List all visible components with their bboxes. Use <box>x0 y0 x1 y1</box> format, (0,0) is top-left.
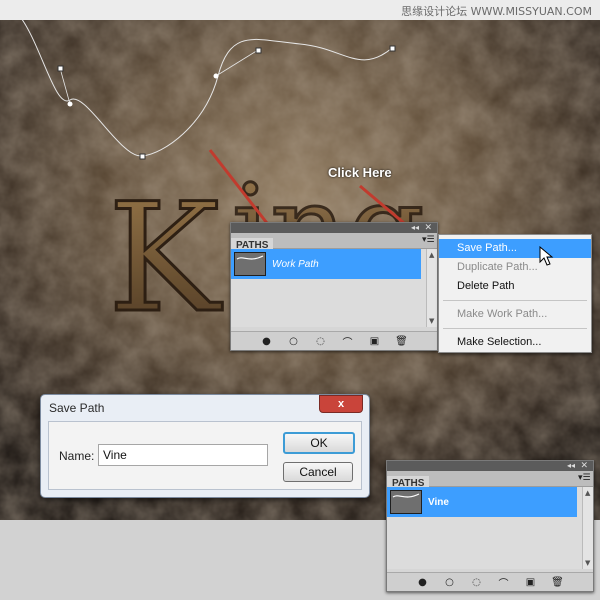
paths-panel-result[interactable]: ◂◂ ✕ PATHS ▾☰ Vine ▲ ▼ ● ○ ◌ ⌒ ▣ 🗑 <box>386 460 594 592</box>
panel-strip: ◂◂ ✕ <box>231 223 437 233</box>
path-thumbnail <box>390 490 422 514</box>
stroke-path-icon[interactable]: ○ <box>280 336 307 347</box>
close-button[interactable]: x <box>319 395 363 413</box>
scroll-up-icon[interactable]: ▲ <box>585 489 590 497</box>
scroll-up-icon[interactable]: ▲ <box>429 251 434 259</box>
collapse-icon[interactable]: ◂◂ <box>567 461 575 471</box>
scroll-down-icon[interactable]: ▼ <box>429 317 434 325</box>
path-row-vine[interactable]: Vine <box>387 487 577 517</box>
ok-button[interactable]: OK <box>283 432 355 454</box>
menu-item-make-work-path[interactable]: Make Work Path... <box>439 305 591 324</box>
anchor-point[interactable] <box>389 45 396 52</box>
load-selection-icon[interactable]: ◌ <box>307 336 334 347</box>
path-row-label: Vine <box>428 496 449 508</box>
collapse-icon[interactable]: ◂◂ <box>411 223 419 233</box>
panel-tab-row: PATHS ▾☰ <box>231 233 437 253</box>
close-icon[interactable]: ✕ <box>424 223 432 233</box>
handle-point[interactable] <box>67 101 73 107</box>
name-label: Name: <box>59 449 95 463</box>
cancel-button[interactable]: Cancel <box>283 462 353 482</box>
delete-path-icon[interactable]: 🗑 <box>544 577 571 588</box>
paths-panel[interactable]: ◂◂ ✕ PATHS ▾☰ Work Path ▲ ▼ ● ○ ◌ ⌒ ▣ 🗑 <box>230 222 438 351</box>
path-row-work-path[interactable]: Work Path <box>231 249 421 279</box>
menu-item-duplicate-path[interactable]: Duplicate Path... <box>439 258 591 277</box>
panel-menu-icon[interactable]: ▾☰ <box>422 235 435 245</box>
top-bar: 思缘设计论坛 WWW.MISSYUAN.COM <box>0 0 600 20</box>
path-thumbnail <box>234 252 266 276</box>
watermark: 思缘设计论坛 WWW.MISSYUAN.COM <box>401 5 592 18</box>
panel-footer: ● ○ ◌ ⌒ ▣ 🗑 <box>387 572 593 591</box>
save-path-dialog: Save Path x Name: Vine OK Cancel <box>40 394 370 498</box>
stone-letter-k: K <box>108 172 223 346</box>
load-selection-icon[interactable]: ◌ <box>463 577 490 588</box>
make-work-path-icon[interactable]: ⌒ <box>334 334 361 349</box>
fill-path-icon[interactable]: ● <box>409 577 436 588</box>
paths-list: Vine ▲ ▼ <box>387 487 593 569</box>
anchor-point[interactable] <box>139 153 146 160</box>
paths-context-menu: Save Path... Duplicate Path... Delete Pa… <box>438 234 592 353</box>
menu-separator <box>443 300 587 301</box>
scrollbar[interactable]: ▲ ▼ <box>582 487 593 569</box>
anchor-point[interactable] <box>57 65 64 72</box>
dialog-body: Name: Vine OK Cancel <box>48 421 362 490</box>
new-path-icon[interactable]: ▣ <box>517 577 544 588</box>
make-work-path-icon[interactable]: ⌒ <box>490 575 517 590</box>
panel-tab-row: PATHS ▾☰ <box>387 471 593 491</box>
fill-path-icon[interactable]: ● <box>253 336 280 347</box>
dialog-title: Save Path <box>49 401 105 415</box>
menu-item-make-selection[interactable]: Make Selection... <box>439 333 591 352</box>
close-icon[interactable]: ✕ <box>580 461 588 471</box>
handle-point[interactable] <box>213 73 219 79</box>
panel-strip: ◂◂ ✕ <box>387 461 593 471</box>
menu-separator <box>443 328 587 329</box>
mouse-cursor-icon <box>539 246 554 266</box>
path-row-label: Work Path <box>272 258 319 270</box>
scrollbar[interactable]: ▲ ▼ <box>426 249 437 327</box>
delete-path-icon[interactable]: 🗑 <box>388 336 415 347</box>
anchor-point[interactable] <box>255 47 262 54</box>
new-path-icon[interactable]: ▣ <box>361 336 388 347</box>
panel-footer: ● ○ ◌ ⌒ ▣ 🗑 <box>231 331 437 350</box>
name-input[interactable]: Vine <box>98 444 268 466</box>
menu-item-delete-path[interactable]: Delete Path <box>439 277 591 296</box>
stroke-path-icon[interactable]: ○ <box>436 577 463 588</box>
menu-item-save-path[interactable]: Save Path... <box>439 239 591 258</box>
paths-list: Work Path ▲ ▼ <box>231 249 437 327</box>
panel-menu-icon[interactable]: ▾☰ <box>578 473 591 483</box>
scroll-down-icon[interactable]: ▼ <box>585 559 590 567</box>
click-here-label: Click Here <box>328 165 392 180</box>
